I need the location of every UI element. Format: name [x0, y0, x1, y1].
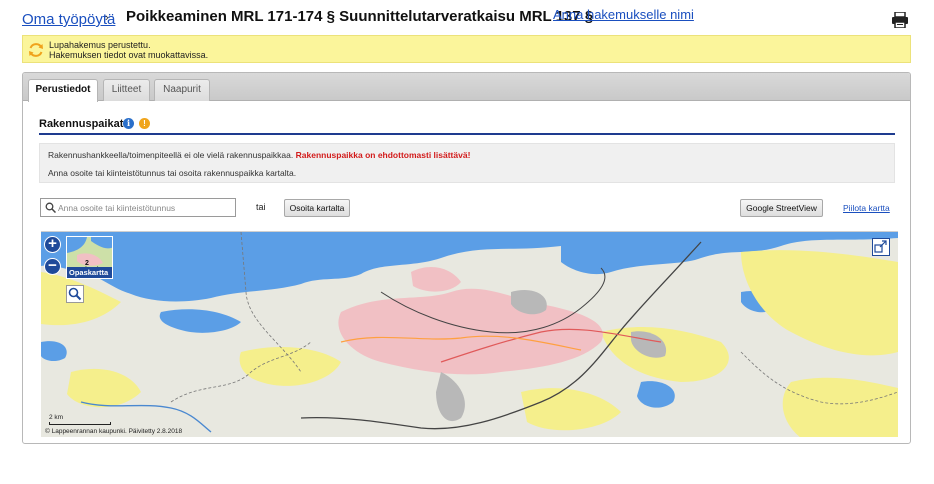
- scale-bar: [49, 422, 111, 425]
- top-bar: Oma työpöytä › Poikkeaminen MRL 171-174 …: [0, 0, 934, 34]
- info-line-1: Rakennushankkeella/toimenpiteellä ei ole…: [48, 150, 470, 160]
- warning-icon[interactable]: !: [139, 118, 150, 129]
- address-search-box: [40, 198, 236, 217]
- info-box: Rakennushankkeella/toimenpiteellä ei ole…: [39, 143, 895, 183]
- info-line-2: Anna osoite tai kiinteistötunnus tai oso…: [48, 168, 297, 178]
- breadcrumb-separator: ›: [105, 12, 109, 24]
- breadcrumb-home-link[interactable]: Oma työpöytä: [22, 11, 115, 28]
- section-divider: [39, 133, 895, 135]
- notice-line-2: Hakemuksen tiedot ovat muokattavissa.: [49, 50, 209, 60]
- status-notice: Lupahakemus perustettu. Hakemuksen tiedo…: [22, 35, 911, 63]
- search-icon: [45, 202, 56, 213]
- layer-switcher-thumbnail[interactable]: 2 keskus Opaskartta: [66, 236, 113, 279]
- name-application-link[interactable]: Anna hakemukselle nimi: [553, 7, 694, 22]
- page-title: Poikkeaminen MRL 171-174 § Suunnitteluta…: [126, 8, 594, 25]
- refresh-icon: [29, 43, 43, 57]
- map-search-button[interactable]: [66, 285, 84, 303]
- tab-liitteet[interactable]: Liitteet: [103, 79, 150, 101]
- notice-line-1: Lupahakemus perustettu.: [49, 40, 151, 50]
- section-title: Rakennuspaikat: [39, 118, 124, 130]
- tab-naapurit[interactable]: Naapurit: [154, 79, 210, 101]
- info-icon[interactable]: i: [123, 118, 134, 129]
- info-line-1-text: Rakennushankkeella/toimenpiteellä ei ole…: [48, 150, 294, 160]
- application-panel: Perustiedot Liitteet Naapurit Rakennuspa…: [22, 72, 911, 444]
- magnifier-icon: [68, 287, 82, 301]
- tab-perustiedot[interactable]: Perustiedot: [28, 79, 98, 102]
- address-search-input[interactable]: [58, 200, 232, 215]
- zoom-out-button[interactable]: −: [44, 258, 61, 275]
- map-copyright: © Lappeenrannan kaupunki. Päivitetty 2.8…: [45, 428, 183, 435]
- required-warning: Rakennuspaikka on ehdottomasti lisättävä…: [295, 150, 471, 160]
- street-view-button[interactable]: Google StreetView: [740, 199, 823, 217]
- tab-strip: Perustiedot Liitteet Naapurit: [23, 73, 910, 102]
- expand-icon: [874, 240, 887, 253]
- layer-name-label: Opaskartta: [67, 267, 112, 278]
- fullscreen-icon[interactable]: [872, 238, 890, 256]
- show-on-map-button[interactable]: Osoita kartalta: [284, 199, 350, 217]
- map-view[interactable]: + − 2 keskus Opaskartta 2 k: [41, 231, 898, 437]
- or-label: tai: [256, 202, 266, 212]
- scale-label: 2 km: [49, 414, 64, 421]
- printer-icon[interactable]: [891, 12, 909, 28]
- zoom-in-button[interactable]: +: [44, 236, 61, 253]
- hide-map-link[interactable]: Piilota kartta: [843, 203, 890, 213]
- map-canvas[interactable]: [41, 232, 898, 437]
